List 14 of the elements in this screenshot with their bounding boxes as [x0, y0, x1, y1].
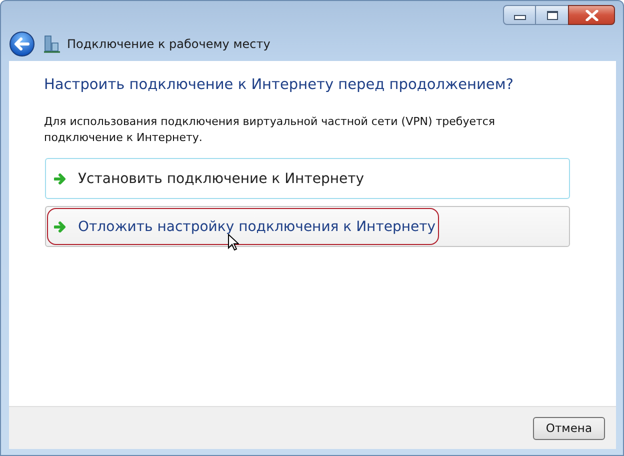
maximize-button[interactable] — [535, 5, 569, 25]
back-button[interactable] — [9, 31, 35, 57]
cancel-button[interactable]: Отмена — [532, 416, 605, 440]
close-icon — [584, 10, 598, 20]
command-link[interactable]: Установить подключение к Интернету — [45, 158, 570, 199]
mouse-pointer-icon — [228, 234, 239, 251]
page-heading: Настроить подключение к Интернету перед продолжением? — [44, 77, 514, 93]
description-text: Для использования подключения виртуальной частной сети (VPN) требуется подключение к Интернету. — [44, 114, 496, 146]
close-button[interactable] — [568, 5, 615, 25]
network-building-icon — [43, 35, 61, 53]
arrow-icon — [54, 172, 68, 184]
window-title: Подключение к рабочему месту — [67, 37, 270, 51]
minimize-button[interactable] — [503, 5, 536, 25]
arrow-icon — [54, 220, 68, 232]
